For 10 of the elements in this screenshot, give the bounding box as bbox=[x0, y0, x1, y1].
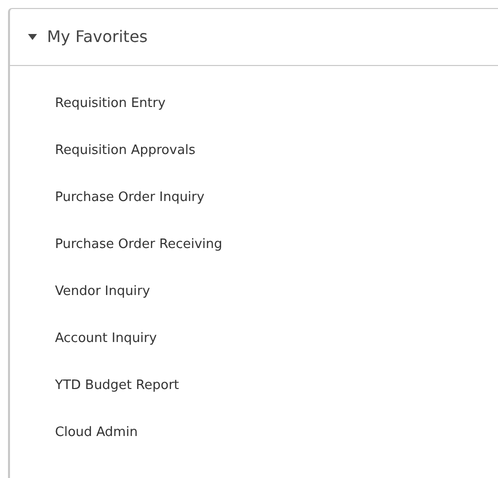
favorite-link[interactable]: YTD Budget Report bbox=[55, 376, 180, 396]
favorite-link[interactable]: Requisition Entry bbox=[55, 94, 166, 114]
favorites-header[interactable]: My Favorites bbox=[10, 9, 498, 66]
favorite-link[interactable]: Cloud Admin bbox=[55, 422, 138, 442]
favorite-link[interactable]: Purchase Order Inquiry bbox=[55, 188, 204, 208]
caret-icon bbox=[28, 34, 37, 40]
favorite-link[interactable]: Vendor Inquiry bbox=[55, 282, 150, 302]
favorite-link[interactable]: Requisition Approvals bbox=[55, 140, 196, 160]
favorite-link[interactable]: Account Inquiry bbox=[55, 328, 157, 348]
favorite-link[interactable]: Purchase Order Receiving bbox=[55, 234, 222, 254]
